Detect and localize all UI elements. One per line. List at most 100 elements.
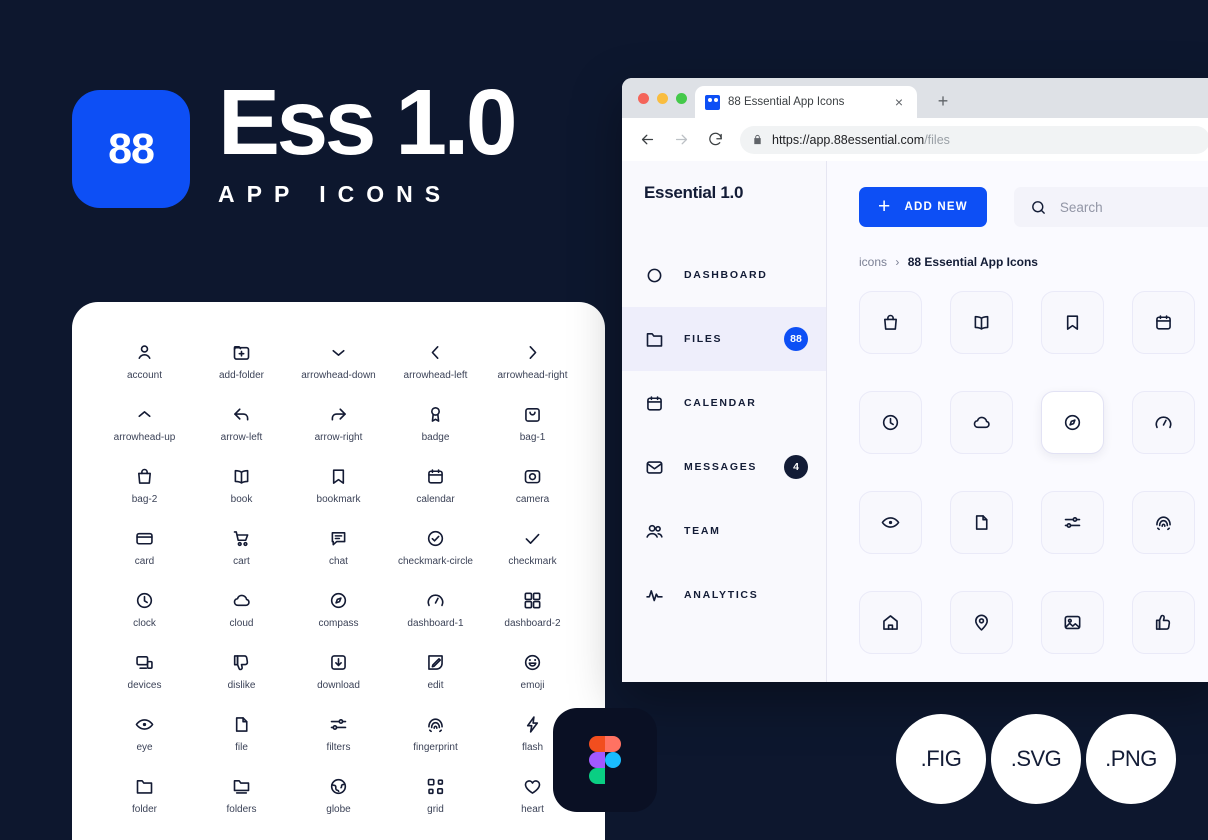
icon-catalog-item[interactable]: compass: [290, 588, 387, 632]
search-input[interactable]: [1059, 199, 1206, 215]
arrowhead-right-icon: [522, 340, 543, 364]
sidebar-item-badge: 88: [784, 327, 808, 351]
reload-icon[interactable]: [702, 127, 728, 153]
icon-tile-location[interactable]: [950, 591, 1013, 654]
icon-tile-home[interactable]: [859, 591, 922, 654]
icon-catalog-item[interactable]: calendar: [387, 464, 484, 508]
icon-catalog-item[interactable]: globe: [290, 774, 387, 818]
hero-header: 88 Ess 1.0 APP ICONS: [72, 76, 518, 208]
icon-catalog-item[interactable]: clock: [96, 588, 193, 632]
icon-tile-cloud[interactable]: [950, 391, 1013, 454]
icon-tile-fingerprint[interactable]: [1132, 491, 1195, 554]
icon-caption: download: [317, 680, 360, 691]
icon-catalog-item[interactable]: checkmark: [484, 526, 581, 570]
icon-catalog-item[interactable]: arrowhead-up: [96, 402, 193, 446]
icon-catalog-item[interactable]: arrowhead-left: [387, 340, 484, 384]
app-main-content: + ADD NEW icons › 88 Essential App Icons: [827, 161, 1208, 682]
icon-tile-bookmark[interactable]: [1041, 291, 1104, 354]
icon-caption: camera: [515, 494, 550, 505]
icon-tile-like[interactable]: [1132, 591, 1195, 654]
icon-catalog-item[interactable]: filters: [290, 712, 387, 756]
icon-catalog-item[interactable]: account: [96, 340, 193, 384]
format-badge: .PNG: [1086, 714, 1176, 804]
icon-catalog-item[interactable]: camera: [484, 464, 581, 508]
icon-sheet-card: account add-folder arrowhead-down arrowhead…: [72, 302, 605, 840]
icon-caption: emoji: [520, 680, 545, 691]
icon-tile-clock[interactable]: [859, 391, 922, 454]
sidebar-item-calendar[interactable]: CALENDAR: [622, 371, 826, 435]
icon-catalog-item[interactable]: book: [193, 464, 290, 508]
folder-icon: [644, 329, 666, 350]
sidebar-item-messages[interactable]: MESSAGES 4: [622, 435, 826, 499]
icon-catalog-item[interactable]: bookmark: [290, 464, 387, 508]
icon-catalog-item[interactable]: bag-2: [96, 464, 193, 508]
add-new-button[interactable]: + ADD NEW: [859, 187, 987, 227]
icon-catalog-item[interactable]: dashboard-1: [387, 588, 484, 632]
grid-icon: [425, 774, 446, 798]
icon-catalog-item[interactable]: arrow-left: [193, 402, 290, 446]
icon-catalog-item[interactable]: file: [193, 712, 290, 756]
window-controls[interactable]: [638, 93, 687, 104]
icon-catalog-item[interactable]: grid: [387, 774, 484, 818]
icon-tile-dashboard-1[interactable]: [1132, 391, 1195, 454]
forward-icon[interactable]: [668, 127, 694, 153]
icon-tile-file[interactable]: [950, 491, 1013, 554]
folders-icon: [231, 774, 252, 798]
icon-catalog-item[interactable]: devices: [96, 650, 193, 694]
maximize-window-icon[interactable]: [676, 93, 687, 104]
close-window-icon[interactable]: [638, 93, 649, 104]
icon-catalog-item[interactable]: fingerprint: [387, 712, 484, 756]
icon-catalog-item[interactable]: download: [290, 650, 387, 694]
calendar-icon: [425, 464, 446, 488]
sidebar-item-files[interactable]: FILES 88: [622, 307, 826, 371]
icon-tile-bag-2[interactable]: [859, 291, 922, 354]
sidebar-item-analytics[interactable]: ANALYTICS: [622, 563, 826, 627]
new-tab-icon[interactable]: +: [933, 91, 953, 111]
globe-icon: [328, 774, 349, 798]
icon-catalog-item[interactable]: cart: [193, 526, 290, 570]
poster-canvas: 88 Ess 1.0 APP ICONS account add-folder ar…: [0, 0, 1208, 840]
icon-tile-calendar[interactable]: [1132, 291, 1195, 354]
icon-catalog-item[interactable]: arrowhead-down: [290, 340, 387, 384]
icon-caption: arrow-right: [314, 432, 363, 443]
icon-catalog-item[interactable]: badge: [387, 402, 484, 446]
arrowhead-down-icon: [328, 340, 349, 364]
icon-catalog-item[interactable]: dashboard-2: [484, 588, 581, 632]
back-icon[interactable]: [634, 127, 660, 153]
icon-catalog-item[interactable]: folder: [96, 774, 193, 818]
icon-tile-eye[interactable]: [859, 491, 922, 554]
icon-caption: heart: [521, 804, 544, 815]
icon-tile-image[interactable]: [1041, 591, 1104, 654]
icon-catalog-item[interactable]: arrow-right: [290, 402, 387, 446]
breadcrumb-root[interactable]: icons: [859, 255, 887, 269]
icon-catalog-item[interactable]: eye: [96, 712, 193, 756]
sidebar-item-team[interactable]: TEAM: [622, 499, 826, 563]
book-icon: [231, 464, 252, 488]
sidebar-item-dashboard[interactable]: DASHBOARD: [622, 243, 826, 307]
icon-tile-compass[interactable]: [1041, 391, 1104, 454]
icon-catalog-item[interactable]: emoji: [484, 650, 581, 694]
icon-catalog-item[interactable]: cloud: [193, 588, 290, 632]
icon-catalog-item[interactable]: add-folder: [193, 340, 290, 384]
icon-caption: folders: [226, 804, 257, 815]
badge-icon: [425, 402, 446, 426]
file-icon: [231, 712, 252, 736]
icon-caption: add-folder: [218, 370, 265, 381]
icon-catalog-item[interactable]: checkmark-circle: [387, 526, 484, 570]
icon-catalog-item[interactable]: dislike: [193, 650, 290, 694]
chat-icon: [328, 526, 349, 550]
icon-tile-book[interactable]: [950, 291, 1013, 354]
close-tab-icon[interactable]: ×: [891, 94, 907, 110]
icon-catalog-item[interactable]: folders: [193, 774, 290, 818]
search-box[interactable]: [1013, 187, 1208, 227]
icon-catalog-item[interactable]: card: [96, 526, 193, 570]
browser-toolbar: https://app.88essential.com/files: [622, 118, 1208, 161]
icon-tile-filters[interactable]: [1041, 491, 1104, 554]
minimize-window-icon[interactable]: [657, 93, 668, 104]
browser-tab[interactable]: 88 Essential App Icons ×: [695, 86, 917, 118]
icon-catalog-item[interactable]: arrowhead-right: [484, 340, 581, 384]
address-bar[interactable]: https://app.88essential.com/files: [740, 125, 1208, 154]
icon-catalog-item[interactable]: bag-1: [484, 402, 581, 446]
icon-catalog-item[interactable]: edit: [387, 650, 484, 694]
icon-catalog-item[interactable]: chat: [290, 526, 387, 570]
